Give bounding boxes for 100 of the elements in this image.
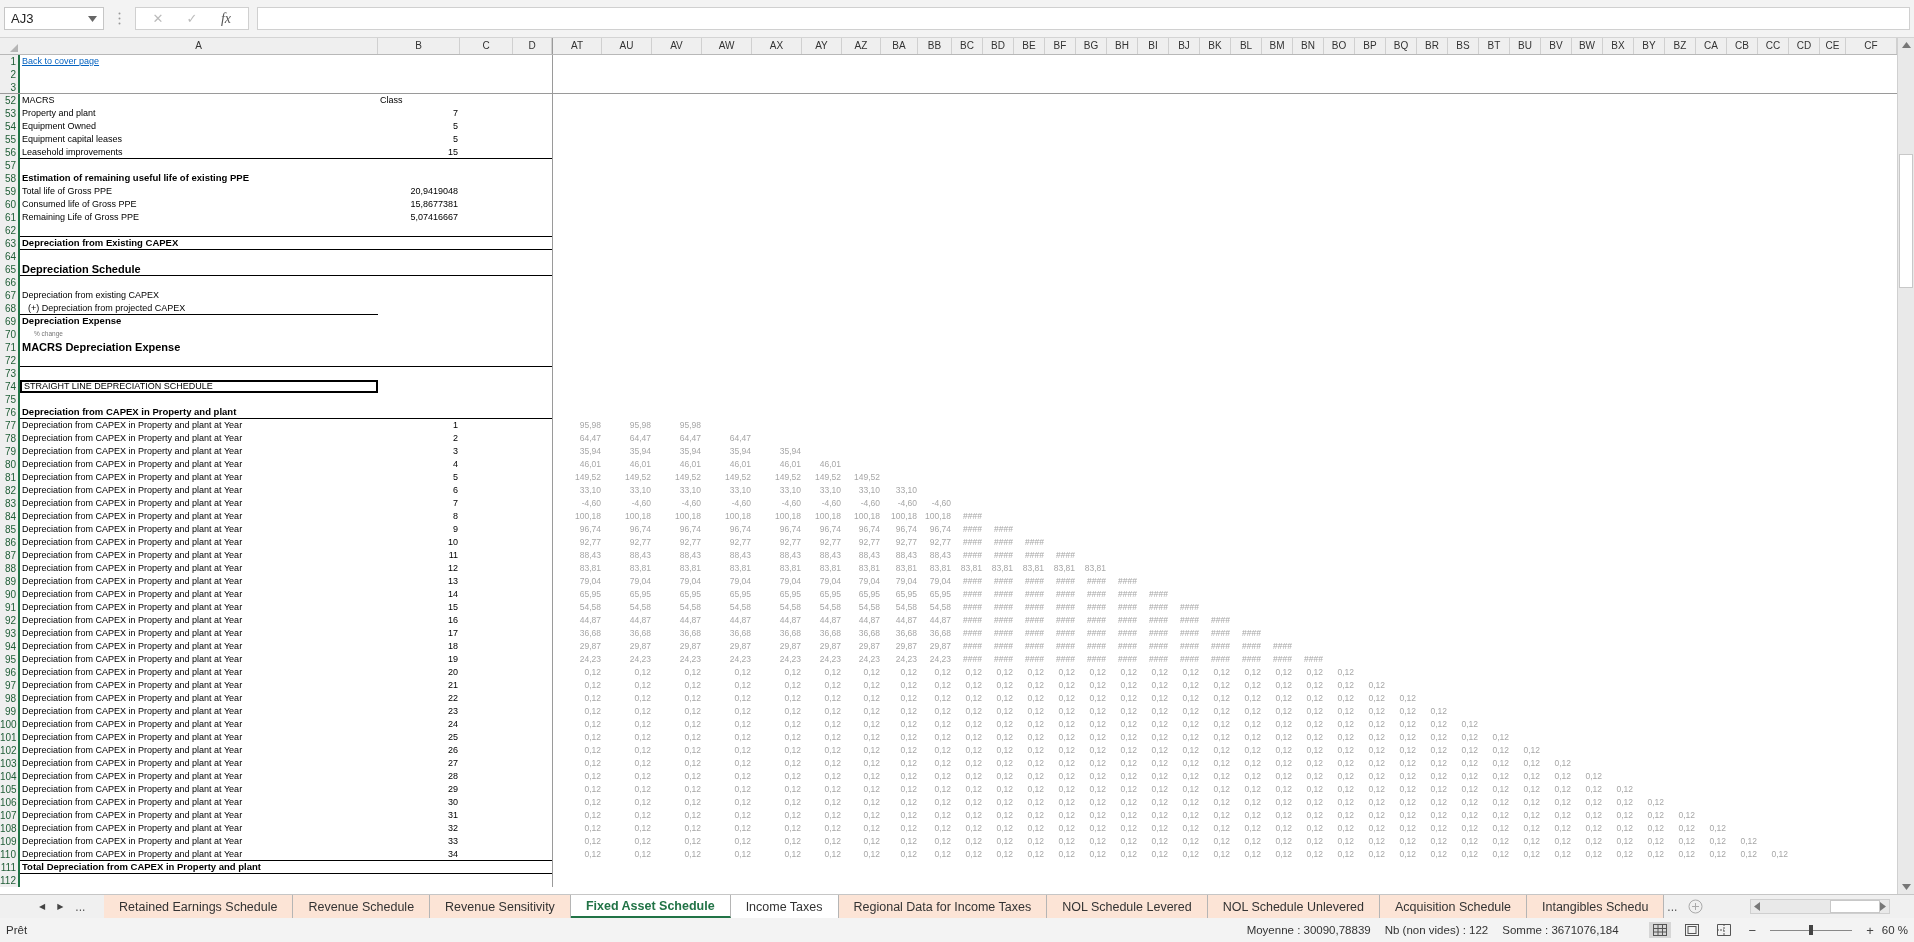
column-header[interactable]: BI	[1138, 38, 1169, 54]
row-header[interactable]: 109	[0, 835, 20, 848]
view-button[interactable]	[1648, 922, 1671, 938]
row-header[interactable]: 86	[0, 536, 20, 549]
column-header[interactable]: BZ	[1665, 38, 1696, 54]
row-header[interactable]: 72	[0, 354, 20, 367]
row-header[interactable]: 110	[0, 848, 20, 861]
more-sheets-button[interactable]: ...	[1664, 895, 1681, 918]
sheet-tab[interactable]: Intangibles Schedu	[1527, 895, 1665, 918]
column-header[interactable]: AV	[652, 38, 702, 54]
column-header[interactable]: AY	[802, 38, 842, 54]
row-header[interactable]: 89	[0, 575, 20, 588]
column-header[interactable]: BK	[1200, 38, 1231, 54]
column-header[interactable]: BE	[1014, 38, 1045, 54]
row-header[interactable]: 82	[0, 484, 20, 497]
row-header[interactable]: 59	[0, 185, 20, 198]
row-header[interactable]: 101	[0, 731, 20, 744]
column-header[interactable]: BS	[1448, 38, 1479, 54]
scrollbar-thumb[interactable]	[1830, 900, 1880, 913]
sheet-tab[interactable]: Income Taxes	[730, 895, 839, 918]
column-header[interactable]: BT	[1479, 38, 1510, 54]
row-header[interactable]: 111	[0, 861, 20, 874]
row-header[interactable]: 87	[0, 549, 20, 562]
column-header[interactable]: BC	[952, 38, 983, 54]
previous-sheet-button[interactable]: ◀	[36, 902, 49, 911]
row-header[interactable]: 77	[0, 419, 20, 432]
column-header[interactable]: A	[20, 38, 378, 54]
sheet-tab[interactable]: Revenue Schedule	[293, 895, 431, 918]
row-header[interactable]: 99	[0, 705, 20, 718]
row-header[interactable]: 79	[0, 445, 20, 458]
column-header[interactable]: BY	[1634, 38, 1665, 54]
column-header[interactable]: BJ	[1169, 38, 1200, 54]
scroll-up-icon[interactable]	[1901, 42, 1911, 48]
column-header[interactable]: B	[378, 38, 460, 54]
column-header[interactable]: BO	[1324, 38, 1355, 54]
row-header[interactable]: 84	[0, 510, 20, 523]
row-header[interactable]: 65	[0, 263, 20, 276]
row-header[interactable]: 112	[0, 874, 20, 887]
row-header[interactable]: 55	[0, 133, 20, 146]
row-header[interactable]: 64	[0, 250, 20, 263]
sheet-tab[interactable]: NOL Schedule Levered	[1047, 895, 1208, 918]
scroll-left-icon[interactable]	[1754, 902, 1760, 911]
column-header[interactable]: BV	[1541, 38, 1572, 54]
column-header[interactable]: BR	[1417, 38, 1448, 54]
row-header[interactable]: 93	[0, 627, 20, 640]
column-header[interactable]: BF	[1045, 38, 1076, 54]
row-header[interactable]: 57	[0, 159, 20, 172]
row-header[interactable]: 70	[0, 328, 20, 341]
row-header[interactable]: 83	[0, 497, 20, 510]
sheet-tab[interactable]: NOL Schedule Unlevered	[1207, 895, 1380, 918]
row-header[interactable]: 67	[0, 289, 20, 302]
row-header[interactable]: 61	[0, 211, 20, 224]
row-header[interactable]: 100	[0, 718, 20, 731]
row-header[interactable]: 76	[0, 406, 20, 419]
column-header[interactable]: CB	[1727, 38, 1758, 54]
row-header[interactable]: 58	[0, 172, 20, 185]
scrollbar-thumb[interactable]	[1899, 154, 1913, 288]
sheet-tab[interactable]: Retained Earnings Schedule	[104, 895, 294, 918]
row-header[interactable]: 85	[0, 523, 20, 536]
next-sheet-button[interactable]: ▶	[54, 902, 67, 911]
row-header[interactable]: 91	[0, 601, 20, 614]
column-header[interactable]: CA	[1696, 38, 1727, 54]
column-header[interactable]: BQ	[1386, 38, 1417, 54]
column-header[interactable]: AT	[552, 38, 602, 54]
row-header[interactable]: 106	[0, 796, 20, 809]
row-header[interactable]: 80	[0, 458, 20, 471]
column-header[interactable]: AU	[602, 38, 652, 54]
horizontal-scrollbar[interactable]	[1750, 899, 1890, 914]
sheet-tab[interactable]: Regional Data for Income Taxes	[838, 895, 1048, 918]
row-header[interactable]: 95	[0, 653, 20, 666]
row-header[interactable]: 102	[0, 744, 20, 757]
column-header[interactable]: BA	[881, 38, 918, 54]
column-header[interactable]: BN	[1293, 38, 1324, 54]
row-header[interactable]: 104	[0, 770, 20, 783]
row-header[interactable]: 53	[0, 107, 20, 120]
zoom-out-button[interactable]: −	[1748, 922, 1757, 938]
row-header[interactable]: 62	[0, 224, 20, 237]
column-header[interactable]: AZ	[842, 38, 881, 54]
row-header[interactable]: 56	[0, 146, 20, 159]
cover-page-link[interactable]: Back to cover page	[22, 56, 100, 66]
row-header[interactable]: 98	[0, 692, 20, 705]
column-header[interactable]: CE	[1820, 38, 1846, 54]
row-header[interactable]: 54	[0, 120, 20, 133]
scroll-down-icon[interactable]	[1901, 884, 1911, 890]
row-header[interactable]: 92	[0, 614, 20, 627]
row-header[interactable]: 73	[0, 367, 20, 380]
row-header[interactable]: 107	[0, 809, 20, 822]
row-header[interactable]: 52	[0, 94, 20, 107]
column-header[interactable]: BU	[1510, 38, 1541, 54]
zoom-slider[interactable]	[1770, 924, 1853, 936]
row-header[interactable]: 108	[0, 822, 20, 835]
column-header[interactable]: AW	[702, 38, 752, 54]
row-header[interactable]: 3	[0, 81, 20, 93]
row-header[interactable]: 60	[0, 198, 20, 211]
row-header[interactable]: 68	[0, 302, 20, 315]
column-header[interactable]: D	[513, 38, 552, 54]
more-sheets-button[interactable]: ...	[72, 899, 89, 914]
column-header[interactable]: BH	[1107, 38, 1138, 54]
column-header[interactable]: BD	[983, 38, 1014, 54]
row-header[interactable]: 103	[0, 757, 20, 770]
